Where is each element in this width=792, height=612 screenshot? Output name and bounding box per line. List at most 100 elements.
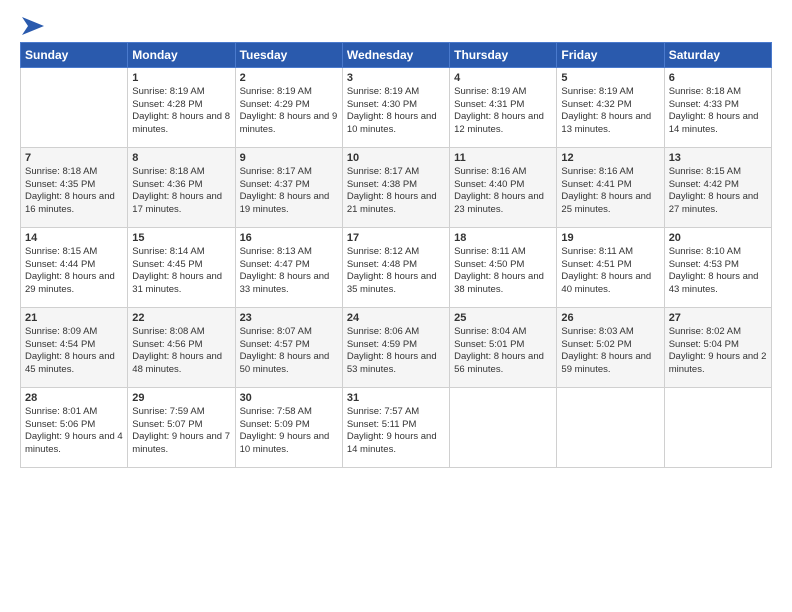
logo — [20, 16, 44, 34]
calendar-cell: 12 Sunrise: 8:16 AMSunset: 4:41 PMDayligh… — [557, 147, 664, 227]
calendar-cell: 23Sunrise: 8:07 AMSunset: 4:57 PMDayligh… — [235, 307, 342, 387]
day-number: 10 — [347, 152, 445, 164]
day-number: 25 — [454, 312, 552, 324]
calendar-table: SundayMondayTuesdayWednesdayThursdayFrid… — [20, 42, 772, 468]
header-day: Monday — [128, 42, 235, 67]
calendar-cell: 17 Sunrise: 8:12 AMSunset: 4:48 PMDayligh… — [342, 227, 449, 307]
day-number: 18 — [454, 232, 552, 244]
day-number: 9 — [240, 152, 338, 164]
cell-info: Sunrise: 8:15 AMSunset: 4:42 PMDaylight:… — [669, 166, 767, 217]
day-number: 19 — [561, 232, 659, 244]
cell-info: Sunrise: 8:15 AMSunset: 4:44 PMDaylight:… — [25, 246, 123, 297]
calendar-cell: 19 Sunrise: 8:11 AMSunset: 4:51 PMDayligh… — [557, 227, 664, 307]
calendar-week-row: 28Sunrise: 8:01 AMSunset: 5:06 PMDayligh… — [21, 387, 772, 467]
day-number: 1 — [132, 72, 230, 84]
calendar-cell: 18 Sunrise: 8:11 AMSunset: 4:50 PMDayligh… — [450, 227, 557, 307]
day-number: 17 — [347, 232, 445, 244]
calendar-cell: 21 Sunrise: 8:09 AMSunset: 4:54 PMDayligh… — [21, 307, 128, 387]
cell-info: Sunrise: 8:18 AMSunset: 4:33 PMDaylight:… — [669, 86, 767, 137]
calendar-cell — [450, 387, 557, 467]
calendar-cell: 1 Sunrise: 8:19 AMSunset: 4:28 PMDaylight… — [128, 67, 235, 147]
day-number: 3 — [347, 72, 445, 84]
day-number: 5 — [561, 72, 659, 84]
cell-info: Sunrise: 8:08 AMSunset: 4:56 PMDaylight:… — [132, 326, 230, 377]
calendar-cell: 16Sunrise: 8:13 AMSunset: 4:47 PMDayligh… — [235, 227, 342, 307]
calendar-cell: 9Sunrise: 8:17 AMSunset: 4:37 PMDaylight… — [235, 147, 342, 227]
calendar-cell: 30 Sunrise: 7:58 AMSunset: 5:09 PMDayligh… — [235, 387, 342, 467]
header-day: Thursday — [450, 42, 557, 67]
cell-info: Sunrise: 7:57 AMSunset: 5:11 PMDaylight:… — [347, 406, 445, 457]
header-day: Sunday — [21, 42, 128, 67]
day-number: 15 — [132, 232, 230, 244]
cell-info: Sunrise: 8:19 AMSunset: 4:32 PMDaylight:… — [561, 86, 659, 137]
day-number: 12 — [561, 152, 659, 164]
logo-text — [20, 16, 44, 36]
day-number: 14 — [25, 232, 123, 244]
calendar-cell — [557, 387, 664, 467]
cell-info: Sunrise: 8:16 AMSunset: 4:41 PMDaylight:… — [561, 166, 659, 217]
calendar-cell: 8 Sunrise: 8:18 AMSunset: 4:36 PMDaylight… — [128, 147, 235, 227]
cell-info: Sunrise: 7:59 AMSunset: 5:07 PMDaylight:… — [132, 406, 230, 457]
calendar-cell: 6 Sunrise: 8:18 AMSunset: 4:33 PMDaylight… — [664, 67, 771, 147]
cell-info: Sunrise: 8:17 AMSunset: 4:38 PMDaylight:… — [347, 166, 445, 217]
cell-info: Sunrise: 8:11 AMSunset: 4:50 PMDaylight:… — [454, 246, 552, 297]
header-row: SundayMondayTuesdayWednesdayThursdayFrid… — [21, 42, 772, 67]
cell-info: Sunrise: 8:12 AMSunset: 4:48 PMDaylight:… — [347, 246, 445, 297]
day-number: 31 — [347, 392, 445, 404]
day-number: 21 — [25, 312, 123, 324]
cell-info: Sunrise: 8:19 AMSunset: 4:28 PMDaylight:… — [132, 86, 230, 137]
cell-info: Sunrise: 8:02 AMSunset: 5:04 PMDaylight:… — [669, 326, 767, 377]
calendar-cell: 14 Sunrise: 8:15 AMSunset: 4:44 PMDayligh… — [21, 227, 128, 307]
calendar-cell: 25 Sunrise: 8:04 AMSunset: 5:01 PMDayligh… — [450, 307, 557, 387]
calendar-cell — [664, 387, 771, 467]
calendar-cell: 13 Sunrise: 8:15 AMSunset: 4:42 PMDayligh… — [664, 147, 771, 227]
day-number: 11 — [454, 152, 552, 164]
cell-info: Sunrise: 8:13 AMSunset: 4:47 PMDaylight:… — [240, 246, 338, 297]
day-number: 8 — [132, 152, 230, 164]
cell-info: Sunrise: 8:10 AMSunset: 4:53 PMDaylight:… — [669, 246, 767, 297]
calendar-week-row: 14 Sunrise: 8:15 AMSunset: 4:44 PMDayligh… — [21, 227, 772, 307]
day-number: 20 — [669, 232, 767, 244]
calendar-cell — [21, 67, 128, 147]
day-number: 2 — [240, 72, 338, 84]
calendar-body: 1 Sunrise: 8:19 AMSunset: 4:28 PMDaylight… — [21, 67, 772, 467]
calendar-cell: 31 Sunrise: 7:57 AMSunset: 5:11 PMDayligh… — [342, 387, 449, 467]
day-number: 23 — [240, 312, 338, 324]
header-day: Wednesday — [342, 42, 449, 67]
day-number: 30 — [240, 392, 338, 404]
cell-info: Sunrise: 8:18 AMSunset: 4:35 PMDaylight:… — [25, 166, 123, 217]
header-day: Friday — [557, 42, 664, 67]
day-number: 6 — [669, 72, 767, 84]
cell-info: Sunrise: 8:06 AMSunset: 4:59 PMDaylight:… — [347, 326, 445, 377]
cell-info: Sunrise: 8:18 AMSunset: 4:36 PMDaylight:… — [132, 166, 230, 217]
cell-info: Sunrise: 8:04 AMSunset: 5:01 PMDaylight:… — [454, 326, 552, 377]
header-day: Tuesday — [235, 42, 342, 67]
logo-arrow-icon — [22, 17, 44, 35]
calendar-cell: 10 Sunrise: 8:17 AMSunset: 4:38 PMDayligh… — [342, 147, 449, 227]
cell-info: Sunrise: 8:11 AMSunset: 4:51 PMDaylight:… — [561, 246, 659, 297]
day-number: 27 — [669, 312, 767, 324]
calendar-cell: 20 Sunrise: 8:10 AMSunset: 4:53 PMDayligh… — [664, 227, 771, 307]
calendar-week-row: 7Sunrise: 8:18 AMSunset: 4:35 PMDaylight… — [21, 147, 772, 227]
day-number: 28 — [25, 392, 123, 404]
calendar-header: SundayMondayTuesdayWednesdayThursdayFrid… — [21, 42, 772, 67]
calendar-cell: 26 Sunrise: 8:03 AMSunset: 5:02 PMDayligh… — [557, 307, 664, 387]
day-number: 26 — [561, 312, 659, 324]
calendar-cell: 22 Sunrise: 8:08 AMSunset: 4:56 PMDayligh… — [128, 307, 235, 387]
cell-info: Sunrise: 8:19 AMSunset: 4:29 PMDaylight:… — [240, 86, 338, 137]
cell-info: Sunrise: 8:19 AMSunset: 4:31 PMDaylight:… — [454, 86, 552, 137]
calendar-cell: 29 Sunrise: 7:59 AMSunset: 5:07 PMDayligh… — [128, 387, 235, 467]
cell-info: Sunrise: 7:58 AMSunset: 5:09 PMDaylight:… — [240, 406, 338, 457]
header-day: Saturday — [664, 42, 771, 67]
day-number: 4 — [454, 72, 552, 84]
calendar-week-row: 1 Sunrise: 8:19 AMSunset: 4:28 PMDaylight… — [21, 67, 772, 147]
cell-info: Sunrise: 8:19 AMSunset: 4:30 PMDaylight:… — [347, 86, 445, 137]
day-number: 13 — [669, 152, 767, 164]
cell-info: Sunrise: 8:03 AMSunset: 5:02 PMDaylight:… — [561, 326, 659, 377]
cell-info: Sunrise: 8:09 AMSunset: 4:54 PMDaylight:… — [25, 326, 123, 377]
calendar-cell: 4 Sunrise: 8:19 AMSunset: 4:31 PMDaylight… — [450, 67, 557, 147]
calendar-cell: 24Sunrise: 8:06 AMSunset: 4:59 PMDayligh… — [342, 307, 449, 387]
calendar-cell: 15Sunrise: 8:14 AMSunset: 4:45 PMDayligh… — [128, 227, 235, 307]
day-number: 29 — [132, 392, 230, 404]
day-number: 22 — [132, 312, 230, 324]
